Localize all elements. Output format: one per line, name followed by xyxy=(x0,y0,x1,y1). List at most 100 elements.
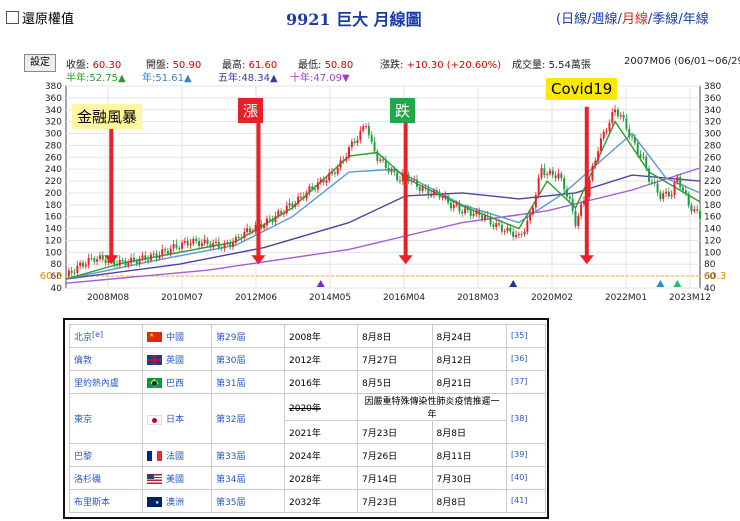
city-note-link[interactable]: [e] xyxy=(92,330,103,339)
flag-detail: ★ xyxy=(155,500,160,506)
country-link[interactable]: 英國 xyxy=(166,356,184,366)
candle-body xyxy=(144,255,147,260)
candle-body xyxy=(319,179,322,183)
olympics-table: 北京[e] ★ 中國 第29屆 2008年 8月8日 8月24日 [35] 倫敦 英國 第30屆 20… xyxy=(69,324,546,513)
citation-link[interactable]: [41] xyxy=(511,496,527,505)
city-link[interactable]: 布里斯本 xyxy=(74,498,110,508)
candle-body xyxy=(186,240,189,246)
candle-body xyxy=(285,205,288,214)
citation-link[interactable]: [36] xyxy=(511,354,527,363)
candle-body xyxy=(608,122,611,131)
flag-icon xyxy=(147,414,162,425)
citation-link[interactable]: [35] xyxy=(511,331,527,340)
y-tick-label-right: 180 xyxy=(704,201,721,211)
candle-body xyxy=(260,224,263,229)
city-link[interactable]: 北京 xyxy=(74,333,92,343)
period-year[interactable]: 年線 xyxy=(683,12,709,27)
flag-detail xyxy=(152,381,157,386)
candle-body xyxy=(379,159,382,161)
table-row: 里約熱內盧 巴西 第31屆 2016年 8月5日 8月21日 [37] xyxy=(69,370,546,394)
candle-body xyxy=(232,242,234,247)
citation-link[interactable]: [38] xyxy=(511,414,527,423)
candle-body xyxy=(373,141,376,152)
candle-body xyxy=(325,180,328,183)
candle-body xyxy=(398,180,401,182)
edition-link[interactable]: 第34屆 xyxy=(216,475,245,485)
candle-body xyxy=(98,255,101,260)
candle-body xyxy=(240,237,243,239)
y-tick-label-left: 160 xyxy=(45,213,62,223)
restore-weight-checkbox[interactable] xyxy=(6,11,19,24)
candle-body xyxy=(546,174,549,176)
candle-body xyxy=(382,159,384,161)
city-link[interactable]: 東京 xyxy=(74,415,92,425)
y-tick-label-right: 240 xyxy=(704,165,721,175)
y-tick-label-left: 320 xyxy=(45,118,62,128)
candle-body xyxy=(520,234,523,236)
last-price-label-left: 60.3 xyxy=(40,271,62,282)
y-tick-label-right: 360 xyxy=(704,94,721,104)
country-link[interactable]: 美國 xyxy=(166,475,184,485)
candle-body xyxy=(387,167,390,173)
period-quarter[interactable]: 季線 xyxy=(652,12,678,27)
period-week[interactable]: 週線 xyxy=(591,12,617,27)
candle-body xyxy=(486,215,489,217)
candle-body xyxy=(582,200,585,205)
candle-body xyxy=(348,147,351,158)
y-tick-label-left: 260 xyxy=(45,153,62,163)
candle-body xyxy=(628,129,631,137)
candle-body xyxy=(676,176,679,183)
edition-link[interactable]: 第32屆 xyxy=(216,415,245,425)
candle-body xyxy=(305,192,308,199)
y-tick-label-right: 100 xyxy=(704,248,721,258)
candle-body xyxy=(622,115,625,119)
city-link[interactable]: 巴黎 xyxy=(74,452,92,462)
country-link[interactable]: 日本 xyxy=(166,415,184,425)
city-link[interactable]: 倫敦 xyxy=(74,356,92,366)
city-link[interactable]: 里約熱內盧 xyxy=(74,379,119,389)
citation-link[interactable]: [39] xyxy=(511,450,527,459)
period-month[interactable]: 月線 xyxy=(622,12,648,27)
candle-body xyxy=(588,179,591,197)
citation-link[interactable]: [40] xyxy=(511,473,527,482)
y-tick-label-left: 80 xyxy=(51,260,63,270)
candle-body xyxy=(268,218,271,220)
candle-body xyxy=(594,160,597,166)
candle-body xyxy=(565,189,568,197)
candle-body xyxy=(560,173,563,179)
country-link[interactable]: 巴西 xyxy=(166,379,184,389)
candle-body xyxy=(619,115,622,117)
candle-body xyxy=(472,214,475,216)
edition-link[interactable]: 第30屆 xyxy=(216,356,245,366)
candle-body xyxy=(537,177,540,195)
edition-link[interactable]: 第33屆 xyxy=(216,452,245,462)
x-tick-label: 2008M08 xyxy=(87,293,129,303)
candle-body xyxy=(130,257,133,263)
volume: 成交量: 5.54萬張 xyxy=(512,60,591,71)
city-link[interactable]: 洛杉磯 xyxy=(74,475,101,485)
period-day[interactable]: 日線 xyxy=(561,12,587,27)
candle-body xyxy=(483,215,486,220)
candle-body xyxy=(96,259,99,262)
flag-detail xyxy=(147,359,162,361)
candle-body xyxy=(183,240,186,243)
candle-body xyxy=(263,225,266,229)
candle-body xyxy=(339,160,342,168)
edition-link[interactable]: 第35屆 xyxy=(216,498,245,508)
candle-body xyxy=(435,190,438,193)
candle-body xyxy=(203,239,206,244)
candle-body xyxy=(189,243,192,246)
edition-link[interactable]: 第29屆 xyxy=(216,333,245,343)
year-cell: 2028年 xyxy=(289,474,321,485)
country-link[interactable]: 澳洲 xyxy=(166,498,184,508)
edition-link[interactable]: 第31屆 xyxy=(216,379,245,389)
flag-icon: ★ xyxy=(147,497,162,507)
end-date-cell: 8月24日 xyxy=(436,332,472,343)
candle-body xyxy=(653,182,656,184)
x-tick-label: 2023M12 xyxy=(669,293,711,303)
settings-button[interactable]: 設定 xyxy=(24,54,56,72)
country-link[interactable]: 法國 xyxy=(166,452,184,462)
citation-link[interactable]: [37] xyxy=(511,377,527,386)
country-link[interactable]: 中國 xyxy=(166,333,184,343)
candle-body xyxy=(611,112,614,123)
